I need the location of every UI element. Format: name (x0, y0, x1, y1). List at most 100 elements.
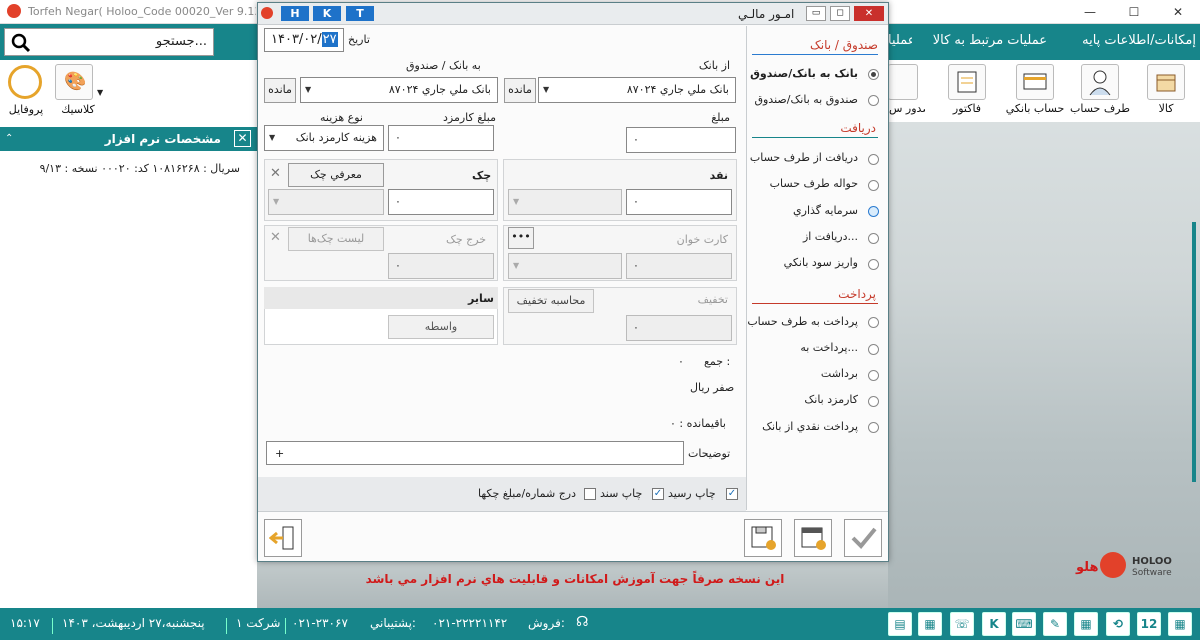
bank-account-icon[interactable] (1016, 64, 1054, 100)
from-bank-select[interactable]: ▼ بانک ملي جاري ۸۷۰۲۴ (538, 77, 736, 103)
amount-field[interactable]: ۰ (626, 127, 736, 153)
chevron-down-icon[interactable]: ▼ (97, 88, 103, 97)
collapse-icon[interactable]: ⌃ (5, 133, 13, 144)
close-icon[interactable]: ✕ (270, 166, 281, 181)
doc-icon[interactable]: ▤ (888, 612, 912, 636)
card-select[interactable]: ▼ (508, 253, 622, 279)
radio-receive-from[interactable] (868, 233, 879, 244)
share-icon[interactable]: ⟲ (1106, 612, 1130, 636)
bank-account-label[interactable]: حساب بانکي (1002, 102, 1068, 115)
exit-button[interactable] (264, 519, 302, 557)
cheque-list-button[interactable]: ليست چک‌ها (288, 227, 384, 251)
dialog-close[interactable]: ✕ (854, 6, 884, 21)
headset-icon: ☊ (576, 614, 589, 630)
print-doc-checkbox[interactable]: ✓ (652, 488, 664, 500)
calendar-12-icon[interactable]: 12 (1137, 612, 1161, 636)
spend-field[interactable]: ۰ (388, 253, 494, 279)
radio-receive-party[interactable] (868, 154, 879, 165)
option-receive-from[interactable]: دريافت از... (803, 230, 858, 243)
to-balance-button[interactable]: مانده (264, 78, 296, 103)
option-investment[interactable]: سرمايه گذاري (793, 204, 858, 217)
dialog-minimize[interactable]: ▭ (806, 6, 826, 21)
save-button[interactable] (744, 519, 782, 557)
cheque-select[interactable]: ▼ (268, 189, 384, 215)
introduce-cheque-button[interactable]: معرفي چک (288, 163, 384, 187)
intermediary-button[interactable]: واسطه (388, 315, 494, 339)
cost-type-select[interactable]: ▼ هزينه كارمزد بانک (264, 125, 384, 151)
radio-party-draft[interactable] (868, 180, 879, 191)
option-pay-party[interactable]: پرداخت به طرف حساب (747, 315, 858, 328)
fee-field[interactable]: ۰ (388, 125, 494, 151)
option-receive-party[interactable]: دريافت از طرف حساب (750, 151, 858, 164)
radio-investment[interactable] (868, 206, 879, 217)
radio-fund-to-bank[interactable] (868, 95, 879, 106)
option-party-draft[interactable]: حواله طرف حساب (770, 177, 858, 190)
k-icon[interactable]: K (982, 612, 1006, 636)
t-button[interactable]: T (346, 6, 374, 21)
date-field[interactable]: ۱۴۰۳/۰۲/۲۷ (264, 28, 344, 52)
radio-bank-to-bank[interactable] (868, 69, 879, 80)
radio-pay-to[interactable] (868, 344, 879, 355)
print-doc-label[interactable]: چاپ سند (600, 487, 642, 500)
calendar-icon[interactable]: ▦ (918, 612, 942, 636)
close-icon[interactable]: ✕ (270, 230, 281, 245)
k-button[interactable]: K (313, 6, 341, 21)
menu-item-base-info[interactable]: إمكانات/اطلاعات پايه (1082, 33, 1196, 48)
issue-label[interactable]: صدور س (889, 102, 925, 115)
search-input[interactable]: جستجو... (4, 28, 214, 56)
phone-icon[interactable]: ☏ (950, 612, 974, 636)
radio-pay-party[interactable] (868, 317, 879, 328)
radio-cash-pay[interactable] (868, 422, 879, 433)
invoice-icon[interactable] (948, 64, 986, 100)
radio-bank-interest[interactable] (868, 259, 879, 270)
cash-field[interactable]: ۰ (626, 189, 732, 215)
issue-icon[interactable] (888, 64, 918, 100)
print-receipt-label[interactable]: چاپ رسيد (668, 487, 716, 500)
option-bank-to-bank[interactable]: بانک به بانک/صندوق (750, 67, 858, 80)
to-bank-select[interactable]: ▼ بانک ملي جاري ۸۷۰۲۴ (300, 77, 498, 103)
close-icon[interactable]: ✕ (234, 130, 251, 147)
print-receipt-checkbox[interactable]: ✓ (726, 488, 738, 500)
grid-apps-icon[interactable]: ▦ (1168, 612, 1192, 636)
confirm-button[interactable] (844, 519, 882, 557)
cash-account-select[interactable]: ▼ (508, 189, 622, 215)
menu-item-goods-ops[interactable]: عمليات مرتبط به كالا (933, 33, 1047, 48)
option-pay-to[interactable]: پرداخت به... (800, 341, 858, 354)
maximize-button[interactable]: ☐ (1112, 0, 1156, 24)
palette-icon[interactable]: 🎨 (55, 64, 93, 100)
from-balance-button[interactable]: مانده (504, 78, 536, 103)
calendar-button[interactable] (794, 519, 832, 557)
card-reader-button[interactable]: ••• (508, 227, 534, 249)
close-button[interactable]: ✕ (1156, 0, 1200, 24)
option-cash-pay[interactable]: پرداخت نقدي از بانک (762, 420, 858, 433)
account-party-icon[interactable] (1081, 64, 1119, 100)
note-icon[interactable]: ✎ (1043, 612, 1067, 636)
profile-label[interactable]: پروفايل (4, 103, 48, 116)
minimize-button[interactable]: — (1068, 0, 1112, 24)
menu-item-ops[interactable]: عمليا (888, 33, 912, 48)
h-button[interactable]: H (281, 6, 309, 21)
goods-icon[interactable] (1147, 64, 1185, 100)
insert-number-label[interactable]: درج شماره/مبلغ چكها (478, 487, 576, 500)
radio-withdraw[interactable] (868, 370, 879, 381)
discount-field[interactable]: ۰ (626, 315, 732, 341)
option-bank-fee[interactable]: كارمزد بانک (804, 393, 858, 406)
calc-discount-button[interactable]: محاسبه تخفيف (508, 289, 594, 313)
account-party-label[interactable]: طرف حساب (1070, 102, 1130, 115)
radio-bank-fee[interactable] (868, 396, 879, 407)
invoice-label[interactable]: فاكتور (948, 102, 986, 115)
option-fund-to-bank[interactable]: صندوق به بانک/صندوق (754, 93, 858, 106)
grid-icon[interactable]: ▦ (1074, 612, 1098, 636)
cheque-field[interactable]: ۰ (388, 189, 494, 215)
classic-label[interactable]: كلاسيك (58, 103, 98, 116)
dialog-maximize[interactable]: ◻ (830, 6, 850, 21)
plus-icon[interactable]: + (275, 442, 284, 464)
option-withdraw[interactable]: برداشت (821, 367, 858, 380)
option-bank-interest[interactable]: واريز سود بانکي (784, 256, 858, 269)
card-field[interactable]: ۰ (626, 253, 732, 279)
desc-field[interactable]: + (266, 441, 684, 465)
keyboard-icon[interactable]: ⌨ (1012, 612, 1036, 636)
goods-label[interactable]: كالا (1147, 102, 1185, 115)
profile-icon[interactable] (8, 65, 42, 99)
insert-number-checkbox[interactable] (584, 488, 596, 500)
